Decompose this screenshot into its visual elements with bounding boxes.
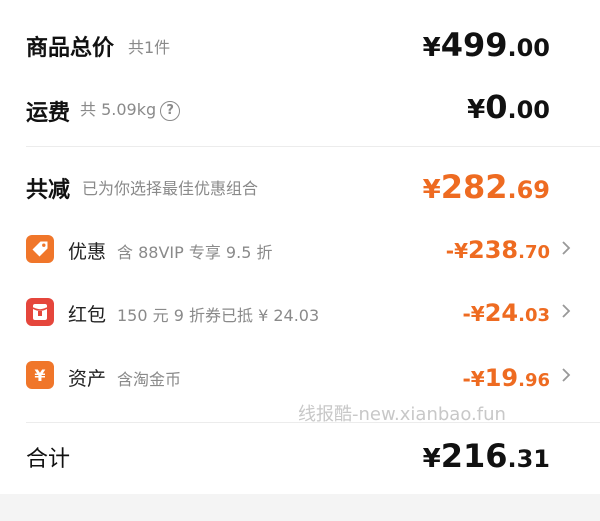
goods-total-price: ¥499.00 <box>422 26 550 64</box>
assets-detail: 含淘金币 <box>117 370 182 389</box>
goods-count: 共1件 <box>128 38 171 57</box>
shipping-label: 运费 <box>26 101 71 126</box>
coupon-detail: 含 88VIP 专享 9.5 折 <box>117 243 273 262</box>
red-packet-detail: 150 元 9 折券已抵 ¥ 24.03 <box>117 306 320 325</box>
red-packet-label: 红包 <box>68 304 107 326</box>
assets-label: 资产 <box>68 368 107 390</box>
divider <box>26 422 600 423</box>
chevron-right-icon[interactable] <box>560 365 572 385</box>
discount-total-price: ¥282.69 <box>422 168 550 206</box>
goods-total-label: 商品总价 <box>26 36 115 61</box>
shipping-weight: 共 5.09kg? <box>80 96 181 121</box>
total-label: 合计 <box>26 447 71 472</box>
red-packet-icon <box>26 298 54 326</box>
shipping-weight-text: 共 5.09kg <box>80 100 157 119</box>
assets-amount: -¥19.96 <box>462 364 550 392</box>
info-icon[interactable]: ? <box>160 100 181 121</box>
coupon-amount: -¥238.70 <box>445 236 550 264</box>
tag-icon <box>26 235 54 263</box>
chevron-right-icon[interactable] <box>560 238 572 258</box>
coin-icon: ¥ <box>26 361 54 389</box>
shipping-price: ¥0.00 <box>467 88 550 126</box>
chevron-right-icon[interactable] <box>560 301 572 321</box>
red-packet-amount: -¥24.03 <box>462 299 550 327</box>
discount-note: 已为你选择最佳优惠组合 <box>82 179 259 198</box>
total-price: ¥216.31 <box>422 437 550 475</box>
divider <box>26 146 600 147</box>
coupon-label: 优惠 <box>68 241 107 263</box>
bottom-bar <box>0 494 600 521</box>
discount-total-label: 共减 <box>26 178 71 203</box>
